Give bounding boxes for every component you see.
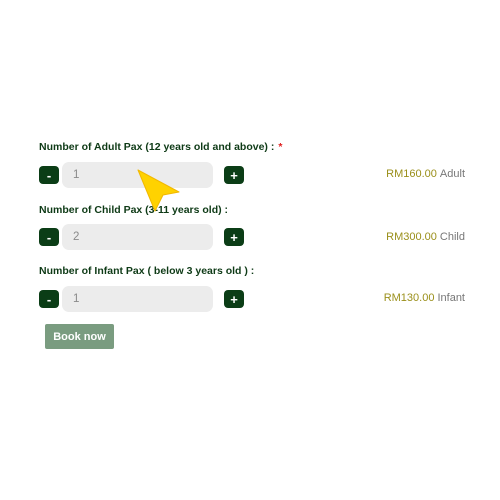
infant-price-unit: Infant: [437, 292, 465, 304]
infant-price-amount: RM130.00: [383, 292, 435, 304]
infant-increment-button[interactable]: +: [224, 290, 244, 308]
adult-increment-button[interactable]: +: [224, 166, 244, 184]
required-mark: *: [278, 141, 283, 153]
adult-decrement-button[interactable]: -: [39, 166, 59, 184]
child-decrement-button[interactable]: -: [39, 228, 59, 246]
child-price-amount: RM300.00: [386, 231, 437, 243]
child-quantity-input[interactable]: 2: [62, 224, 213, 250]
adult-pax-label: Number of Adult Pax (12 years old and ab…: [39, 141, 282, 153]
child-increment-button[interactable]: +: [224, 228, 244, 246]
adult-pax-label-text: Number of Adult Pax (12 years old and ab…: [39, 141, 275, 153]
infant-pax-label: Number of Infant Pax ( below 3 years old…: [39, 265, 255, 277]
adult-price-amount: RM160.00: [386, 168, 437, 180]
adult-price: RM160.00 Adult: [386, 168, 465, 180]
child-pax-label: Number of Child Pax (3-11 years old) :: [39, 204, 229, 216]
adult-quantity-input[interactable]: 1: [62, 162, 213, 188]
book-now-button[interactable]: Book now: [45, 324, 114, 349]
child-price: RM300.00 Child: [386, 231, 465, 243]
infant-quantity-input[interactable]: 1: [62, 286, 213, 312]
infant-price: RM130.00 Infant: [384, 292, 465, 304]
adult-price-unit: Adult: [439, 168, 465, 180]
child-price-unit: Child: [439, 231, 465, 243]
infant-decrement-button[interactable]: -: [39, 290, 59, 308]
